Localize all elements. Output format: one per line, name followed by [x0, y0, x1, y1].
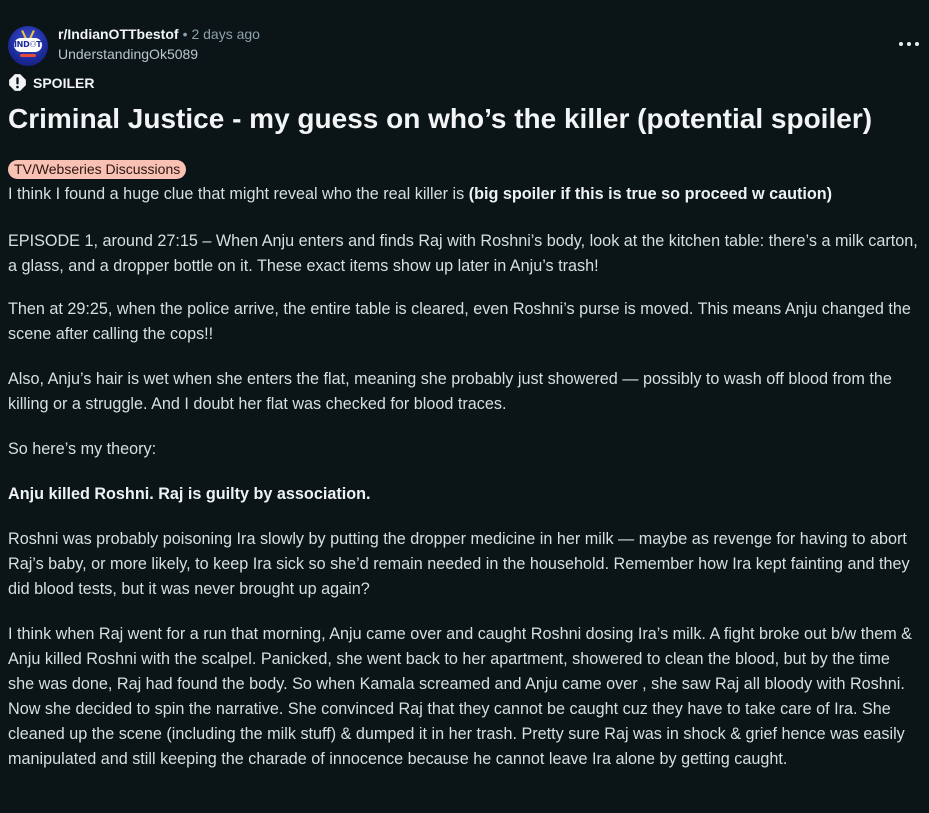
spoiler-label: SPOILER [33, 74, 95, 91]
spoiler-tag: SPOILER [8, 73, 94, 92]
body-paragraph-1-text: I think I found a huge clue that might r… [8, 185, 469, 203]
post-flair[interactable]: TV/Webseries Discussions [8, 160, 187, 179]
body-paragraph-1-bold: (big spoiler if this is true so proceed … [468, 185, 833, 203]
post-container: IND⚇TT r/IndianOTTbestof • 2 days ago Un… [0, 0, 929, 813]
body-paragraph-3: Then at 29:25, when the police arrive, t… [8, 300, 911, 343]
body-paragraph-6: Anju killed Roshni. Raj is guilty by ass… [8, 485, 371, 503]
more-options-icon[interactable] [899, 36, 919, 52]
post-meta-top: r/IndianOTTbestof • 2 days ago [58, 24, 260, 44]
body-paragraph-4: Also, Anju’s hair is wet when she enters… [8, 370, 892, 413]
body-paragraph-8: I think when Raj went for a run that mor… [8, 625, 912, 768]
avatar-logo-text: IND⚇TT [14, 40, 47, 49]
body-paragraph-7: Roshni was probably poisoning Ira slowly… [8, 530, 910, 598]
body-paragraph-2: EPISODE 1, around 27:15 – When Anju ente… [8, 232, 918, 275]
body-paragraph-5: So here’s my theory: [8, 440, 157, 458]
meta-separator: • [182, 26, 188, 42]
more-dot-1 [899, 42, 903, 46]
subreddit-link[interactable]: r/IndianOTTbestof [58, 24, 179, 44]
post-meta: r/IndianOTTbestof • 2 days ago Understan… [58, 24, 260, 64]
author-link[interactable]: UnderstandingOk5089 [58, 44, 260, 64]
more-dot-2 [907, 42, 911, 46]
post-header: IND⚇TT r/IndianOTTbestof • 2 days ago Un… [8, 24, 260, 68]
post-timestamp: 2 days ago [191, 26, 260, 42]
post-title[interactable]: Criminal Justice - my guess on who’s the… [8, 100, 872, 138]
spoiler-warning-icon [9, 74, 26, 91]
avatar-logo-base [20, 54, 36, 57]
subreddit-avatar-icon[interactable]: IND⚇TT [8, 26, 48, 66]
body-paragraph-1: I think I found a huge clue that might r… [8, 182, 832, 207]
more-dot-3 [915, 42, 919, 46]
